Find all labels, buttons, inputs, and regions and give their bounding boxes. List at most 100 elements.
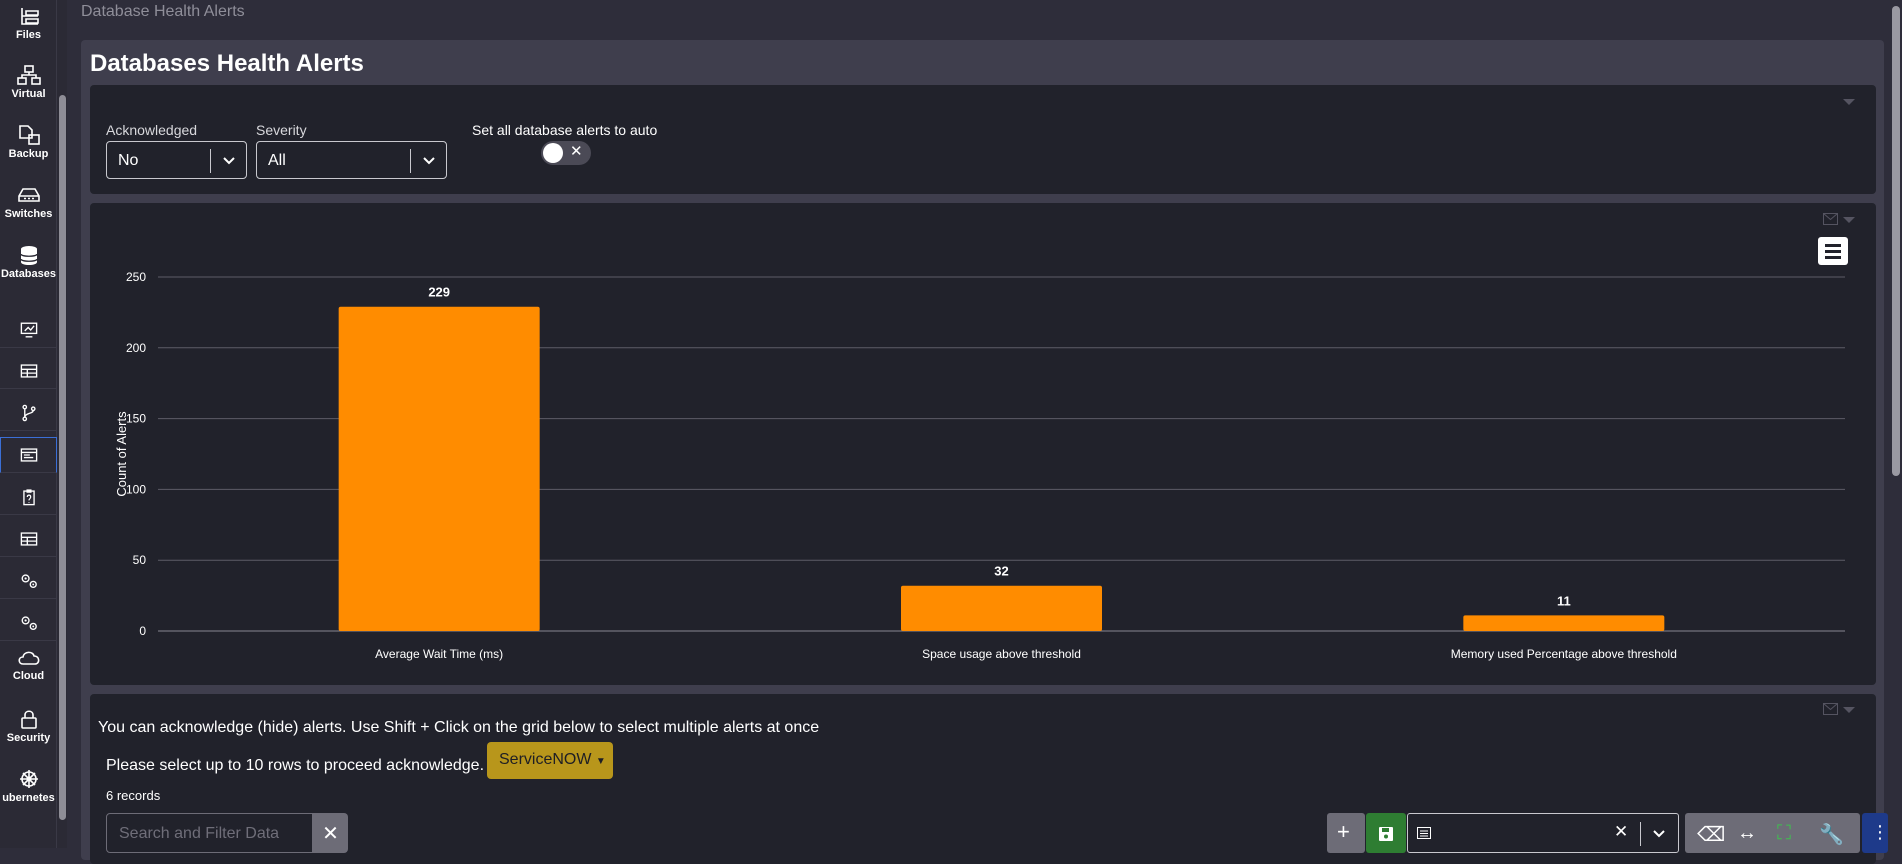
sidebar-item-label: Databases: [0, 268, 57, 280]
search-clear-button[interactable]: ✕: [313, 813, 348, 853]
sidebar-item-label: Security: [6, 732, 51, 744]
records-count: 6 records: [106, 788, 161, 803]
collapse-caret-icon[interactable]: [1843, 99, 1855, 105]
sidebar-item-8[interactable]: [0, 437, 57, 473]
y-tick-label: 200: [126, 341, 146, 355]
y-axis-label: Count of Alerts: [114, 411, 129, 497]
page-title: Databases Health Alerts: [90, 50, 364, 77]
sidebar-item-label: Backup: [8, 148, 49, 160]
save-icon: [1379, 827, 1393, 841]
table-icon: [20, 363, 37, 378]
network-icon: [16, 65, 41, 85]
sidebar-item-label: ubernetes: [2, 792, 55, 804]
more-options-button[interactable]: ⋮: [1862, 813, 1889, 853]
sidebar-item-label: Virtual: [11, 88, 46, 100]
sidebar-item-databases[interactable]: Databases: [0, 244, 57, 280]
sidebar-item-6[interactable]: [0, 353, 57, 389]
toggle-knob: [543, 143, 563, 163]
auto-toggle[interactable]: ✕: [541, 141, 591, 165]
clipboard-icon: [22, 488, 35, 505]
gears-icon: [21, 615, 37, 630]
table-icon: [20, 531, 37, 546]
bar: [338, 306, 540, 631]
fit-width-icon[interactable]: ↔: [1737, 822, 1757, 845]
sidebar-item-security[interactable]: Security: [0, 708, 57, 744]
grid-toolbar: ⌫ ↔ ⛶ 🔧: [1685, 813, 1860, 853]
sidebar-item-5[interactable]: [0, 312, 57, 348]
sidebar-item-virtual[interactable]: Virtual: [0, 64, 57, 100]
backup-icon: [18, 125, 40, 145]
acknowledged-label: Acknowledged: [106, 122, 198, 138]
sidebar-item-7[interactable]: [0, 395, 57, 431]
chevron-down-icon: [1653, 830, 1665, 838]
eraser-icon[interactable]: ⌫: [1697, 822, 1725, 847]
cloud-icon: [17, 651, 39, 665]
data-label: 229: [428, 285, 450, 300]
branch-icon: [21, 404, 36, 421]
terminal-icon: [20, 448, 37, 462]
chevron-down-icon: [423, 157, 435, 165]
x-tick-label: Memory used Percentage above threshold: [1451, 647, 1677, 661]
sidebar-item-cloud[interactable]: Cloud: [0, 646, 57, 682]
alerts-bar-chart: 0 50 100 150 200 250 Count of Alerts 229 Average…: [114, 270, 1845, 661]
acknowledge-info-text: You can acknowledge (hide) alerts. Use S…: [98, 719, 820, 736]
y-tick-label: 100: [126, 482, 146, 496]
database-icon: [19, 246, 38, 265]
gears-icon: [21, 573, 37, 588]
add-button[interactable]: +: [1327, 813, 1365, 853]
clear-view-icon[interactable]: ✕: [1614, 822, 1628, 842]
page-scroll-thumb[interactable]: [1892, 6, 1900, 476]
sidebar-item-11[interactable]: [0, 563, 57, 599]
toggle-off-icon: ✕: [570, 143, 583, 160]
search-input[interactable]: Search and Filter Data: [106, 813, 313, 853]
search-placeholder: Search and Filter Data: [119, 825, 280, 842]
x-tick-label: Average Wait Time (ms): [375, 647, 503, 661]
collapse-caret-icon[interactable]: [1843, 707, 1855, 713]
y-tick-label: 250: [126, 270, 146, 284]
y-tick-label: 150: [126, 412, 146, 426]
sidebar-item-12[interactable]: [0, 605, 57, 641]
y-tick-label: 0: [139, 624, 146, 638]
y-tick-label: 50: [133, 553, 147, 567]
bar: [1463, 615, 1665, 631]
files-icon: [20, 8, 39, 25]
bar: [901, 585, 1102, 631]
sidebar-item-label: Cloud: [12, 670, 45, 682]
switch-icon: [17, 188, 40, 202]
sidebar-item-label: Switches: [4, 208, 53, 220]
mail-icon[interactable]: [1823, 703, 1838, 715]
plus-icon: +: [1337, 819, 1350, 844]
acknowledged-select[interactable]: No: [106, 141, 247, 179]
severity-value: All: [268, 152, 286, 169]
sidebar-item-backup[interactable]: Backup: [0, 124, 57, 160]
sidebar-item-files[interactable]: Files: [0, 5, 57, 41]
sidebar-item-switches[interactable]: Switches: [0, 184, 57, 220]
monitor-icon: [20, 322, 37, 337]
acknowledged-value: No: [118, 152, 139, 169]
lock-icon: [20, 710, 37, 729]
select-separator: [210, 149, 211, 173]
data-label: 32: [994, 564, 1008, 579]
sidebar-item-10[interactable]: [0, 521, 57, 557]
list-icon: [1417, 827, 1431, 839]
wrench-icon[interactable]: 🔧: [1819, 822, 1844, 847]
auto-toggle-label: Set all database alerts to auto: [472, 122, 658, 138]
sidebar-item-9[interactable]: [0, 479, 57, 515]
sidebar-item-label: Files: [15, 29, 42, 41]
data-label: 11: [1557, 593, 1571, 608]
severity-select[interactable]: All: [256, 141, 447, 179]
more-vertical-icon: ⋮: [1871, 822, 1889, 842]
sidebar-item-ubernetes[interactable]: ubernetes: [0, 768, 57, 804]
servicenow-button[interactable]: ServiceNOW ▼: [487, 742, 613, 779]
select-rows-text: Please select up to 10 rows to proceed a…: [106, 757, 485, 774]
breadcrumb: Database Health Alerts: [81, 3, 245, 20]
severity-label: Severity: [256, 122, 307, 138]
view-select[interactable]: ✕: [1407, 813, 1679, 853]
expand-icon[interactable]: ⛶: [1777, 822, 1791, 845]
save-button[interactable]: [1366, 813, 1406, 853]
servicenow-label: ServiceNOW: [499, 751, 592, 768]
sidebar-scroll-thumb[interactable]: [59, 95, 66, 820]
helm-icon: [19, 770, 38, 788]
x-tick-label: Space usage above threshold: [922, 647, 1081, 661]
chevron-down-icon: [223, 157, 235, 165]
